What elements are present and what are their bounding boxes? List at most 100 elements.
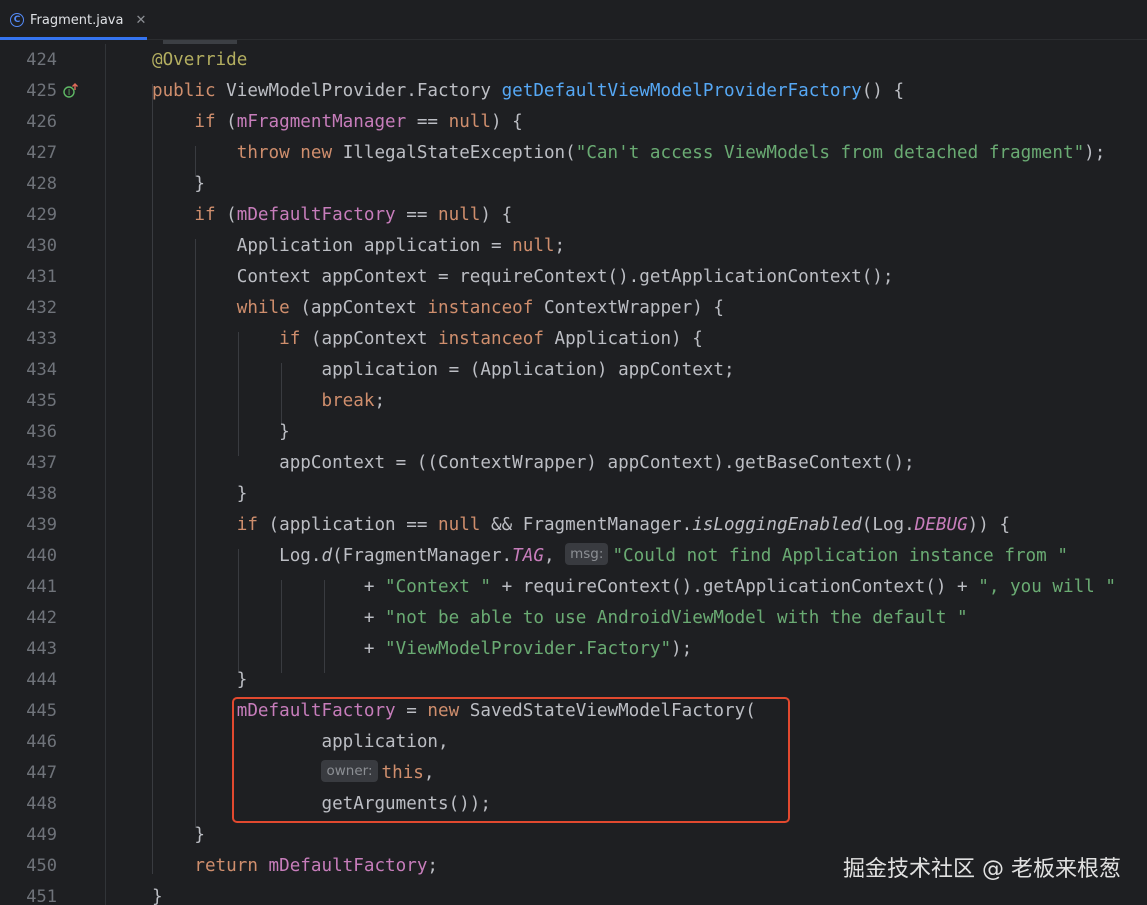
code-line[interactable]: 429 if (mDefaultFactory == null) { <box>0 200 1147 231</box>
code-text: while (appContext instanceof ContextWrap… <box>152 293 724 324</box>
code-token: Application) { <box>554 329 703 349</box>
code-token: null <box>512 236 555 256</box>
code-token: Application application = <box>236 236 513 256</box>
code-token: if <box>236 515 269 535</box>
code-text: Application application = null; <box>152 231 565 262</box>
code-line[interactable]: 427 throw new IllegalStateException("Can… <box>0 138 1147 169</box>
code-token: @Override <box>152 50 248 70</box>
highlight-box <box>232 697 790 823</box>
implementing-method-up-arrow-icon[interactable]: I <box>63 83 78 98</box>
code-line[interactable]: 449 } <box>0 820 1147 851</box>
code-line[interactable]: 426 if (mFragmentManager == null) { <box>0 107 1147 138</box>
code-token: appContext = ((ContextWrapper) appContex… <box>279 453 915 473</box>
code-line[interactable]: 444 } <box>0 665 1147 696</box>
code-token: + <box>363 577 386 597</box>
code-text: } <box>152 417 290 448</box>
code-token: while <box>236 298 301 318</box>
code-line[interactable]: 435 break; <box>0 386 1147 417</box>
code-token: break <box>321 391 375 411</box>
code-line[interactable]: 434 application = (Application) appConte… <box>0 355 1147 386</box>
line-number: 434 <box>26 360 57 380</box>
code-line[interactable]: 438 } <box>0 479 1147 510</box>
code-line[interactable]: 433 if (appContext instanceof Applicatio… <box>0 324 1147 355</box>
code-text: break; <box>152 386 385 417</box>
line-number: 433 <box>26 329 57 349</box>
line-number: 443 <box>26 639 57 659</box>
code-line[interactable]: 441 + "Context " + requireContext().getA… <box>0 572 1147 603</box>
code-token: ); <box>1084 143 1106 163</box>
code-token: application = (Application) appContext; <box>321 360 735 380</box>
code-text: return mDefaultFactory; <box>152 851 438 882</box>
code-text: + "Context " + requireContext().getAppli… <box>152 572 1116 603</box>
class-icon: C <box>10 13 24 27</box>
tab-fragment-java[interactable]: C Fragment.java ✕ <box>0 0 147 40</box>
code-token: ", you will " <box>978 577 1116 597</box>
code-line[interactable]: 428 } <box>0 169 1147 200</box>
code-text: @Override <box>152 45 247 76</box>
code-line[interactable]: 439 if (application == null && FragmentM… <box>0 510 1147 541</box>
code-editor[interactable]: 424 @Override 425 Ipublic ViewModelProvider… <box>0 44 1147 905</box>
code-line[interactable]: 436 } <box>0 417 1147 448</box>
code-token: if <box>279 329 311 349</box>
line-number: 432 <box>26 298 57 318</box>
code-line[interactable]: 432 while (appContext instanceof Context… <box>0 293 1147 324</box>
code-token: mFragmentManager <box>236 112 407 132</box>
code-text: Context appContext = requireContext().ge… <box>152 262 894 293</box>
line-number: 448 <box>26 794 57 814</box>
code-token: Log. <box>279 546 322 566</box>
code-token: "Could not find Application instance fro… <box>612 546 1068 566</box>
code-token: mDefaultFactory <box>268 856 428 876</box>
code-text: public ViewModelProvider.Factory getDefa… <box>152 76 904 107</box>
code-token: ) { <box>480 205 513 225</box>
line-number: 430 <box>26 236 57 256</box>
code-token: mDefaultFactory <box>236 205 396 225</box>
code-token: null <box>448 112 491 132</box>
code-line[interactable]: 443 + "ViewModelProvider.Factory"); <box>0 634 1147 665</box>
code-token: DEBUG <box>914 515 968 535</box>
code-token: } <box>236 670 248 690</box>
code-token: (FragmentManager. <box>332 546 513 566</box>
line-number: 424 <box>26 50 57 70</box>
code-line[interactable]: 424 @Override <box>0 45 1147 76</box>
line-number: 442 <box>26 608 57 628</box>
code-token: getDefaultViewModelProviderFactory <box>501 81 862 101</box>
code-token: } <box>152 887 163 905</box>
code-token: == <box>406 112 449 132</box>
code-text: if (mFragmentManager == null) { <box>152 107 522 138</box>
code-text: } <box>152 665 248 696</box>
code-token: ; <box>374 391 386 411</box>
tab-filename: Fragment.java <box>30 12 124 28</box>
line-number: 445 <box>26 701 57 721</box>
close-icon[interactable]: ✕ <box>135 13 146 28</box>
code-line[interactable]: 451} <box>0 882 1147 905</box>
code-token: ( <box>226 205 237 225</box>
code-line[interactable]: 425 Ipublic ViewModelProvider.Factory get… <box>0 76 1147 107</box>
code-text: } <box>152 169 205 200</box>
code-token: (appContext <box>300 298 428 318</box>
line-number: 446 <box>26 732 57 752</box>
code-token: IllegalStateException( <box>342 143 576 163</box>
line-number: 444 <box>26 670 57 690</box>
code-line[interactable]: 430 Application application = null; <box>0 231 1147 262</box>
code-token: , <box>543 546 566 566</box>
code-token: "Context " <box>385 577 491 597</box>
code-text: } <box>152 479 248 510</box>
code-token: Context appContext = requireContext().ge… <box>236 267 894 287</box>
code-token: (application == <box>268 515 439 535</box>
parameter-hint: msg: <box>565 543 609 565</box>
code-text: } <box>152 820 205 851</box>
code-token: ; <box>427 856 439 876</box>
code-line[interactable]: 431 Context appContext = requireContext(… <box>0 262 1147 293</box>
code-token: } <box>236 484 248 504</box>
code-token: ; <box>554 236 566 256</box>
code-text: } <box>152 882 163 905</box>
code-token: null <box>438 515 481 535</box>
code-line[interactable]: 440 Log.d(FragmentManager.TAG, msg: "Coul… <box>0 541 1147 572</box>
code-line[interactable]: 437 appContext = ((ContextWrapper) appCo… <box>0 448 1147 479</box>
code-token: ( <box>226 112 237 132</box>
code-line[interactable]: 442 + "not be able to use AndroidViewMod… <box>0 603 1147 634</box>
code-token: "ViewModelProvider.Factory" <box>385 639 672 659</box>
code-token: (appContext <box>310 329 438 349</box>
code-token: "Can't access ViewModels from detached f… <box>575 143 1085 163</box>
svg-text:I: I <box>68 88 70 97</box>
